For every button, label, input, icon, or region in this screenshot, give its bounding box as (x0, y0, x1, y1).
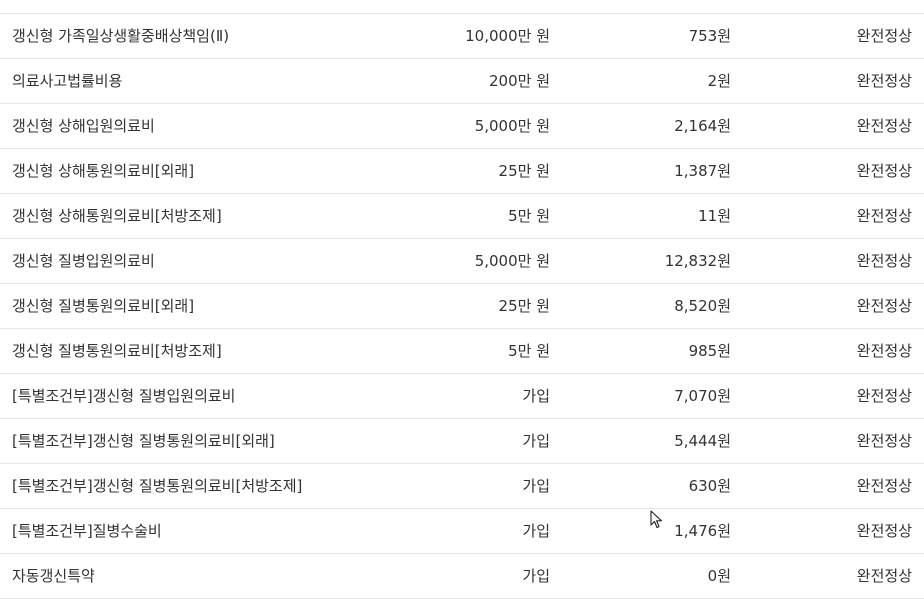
mouse-pointer-icon (650, 510, 663, 529)
table-row: 갱신형 가족일상생활중배상책임(Ⅱ) 10,000만 원 753원 완전정상 (0, 14, 924, 59)
coverage-status: 완전정상 (856, 72, 912, 90)
coverage-amount: 5,000만 원 (474, 252, 550, 270)
coverage-name: 갱신형 질병통원의료비[처방조제] (12, 342, 222, 360)
coverage-name: [특별조건부]갱신형 질병입원의료비 (12, 387, 236, 405)
table-row: [특별조건부]갱신형 질병통원의료비[처방조제] 가입 630원 완전정상 (0, 464, 924, 509)
coverage-amount: 가입 (522, 387, 550, 405)
coverage-amount: 5,000만 원 (474, 117, 550, 135)
coverage-name: 의료사고법률비용 (12, 72, 123, 90)
coverage-premium: 630원 (688, 477, 731, 495)
coverage-name: [특별조건부]질병수술비 (12, 522, 162, 540)
coverage-name: 갱신형 상해통원의료비[처방조제] (12, 207, 222, 225)
coverage-amount: 가입 (522, 477, 550, 495)
table-row: [특별조건부]갱신형 질병통원의료비[외래] 가입 5,444원 완전정상 (0, 419, 924, 464)
table-row (0, 0, 924, 14)
coverage-name: 자동갱신특약 (12, 567, 95, 585)
coverage-premium: 12,832원 (664, 252, 731, 270)
coverage-premium: 1,476원 (674, 522, 731, 540)
coverage-status: 완전정상 (856, 252, 912, 270)
coverage-status: 완전정상 (856, 162, 912, 180)
coverage-name: [특별조건부]갱신형 질병통원의료비[처방조제] (12, 477, 303, 495)
coverage-amount: 5만 원 (508, 342, 550, 360)
coverage-status: 완전정상 (856, 477, 912, 495)
table-row: 갱신형 질병통원의료비[처방조제] 5만 원 985원 완전정상 (0, 329, 924, 374)
table-row: 의료사고법률비용 200만 원 2원 완전정상 (0, 59, 924, 104)
coverage-status: 완전정상 (856, 117, 912, 135)
coverage-amount: 10,000만 원 (465, 27, 550, 45)
coverage-premium: 753원 (688, 27, 731, 45)
coverage-amount: 가입 (522, 522, 550, 540)
coverage-premium: 8,520원 (674, 297, 731, 315)
coverage-amount: 200만 원 (489, 72, 550, 90)
coverage-status: 완전정상 (856, 207, 912, 225)
coverage-premium: 11원 (698, 207, 731, 225)
coverage-table: 갱신형 가족일상생활중배상책임(Ⅱ) 10,000만 원 753원 완전정상 의… (0, 0, 924, 599)
coverage-name: 갱신형 가족일상생활중배상책임(Ⅱ) (12, 27, 230, 45)
coverage-premium: 1,387원 (674, 162, 731, 180)
table-row: 갱신형 상해통원의료비[외래] 25만 원 1,387원 완전정상 (0, 149, 924, 194)
coverage-premium: 7,070원 (674, 387, 731, 405)
coverage-name: 갱신형 상해통원의료비[외래] (12, 162, 195, 180)
coverage-premium: 985원 (688, 342, 731, 360)
coverage-amount: 25만 원 (498, 162, 550, 180)
coverage-premium: 5,444원 (674, 432, 731, 450)
coverage-amount: 가입 (522, 432, 550, 450)
table-row: 갱신형 질병통원의료비[외래] 25만 원 8,520원 완전정상 (0, 284, 924, 329)
coverage-status: 완전정상 (856, 432, 912, 450)
table-row: [특별조건부]질병수술비 가입 1,476원 완전정상 (0, 509, 924, 554)
coverage-status: 완전정상 (856, 522, 912, 540)
coverage-status: 완전정상 (856, 297, 912, 315)
coverage-amount: 가입 (522, 567, 550, 585)
coverage-name: 갱신형 상해입원의료비 (12, 117, 155, 135)
coverage-premium: 0원 (707, 567, 731, 585)
table-row: 갱신형 상해입원의료비 5,000만 원 2,164원 완전정상 (0, 104, 924, 149)
coverage-name: 갱신형 질병입원의료비 (12, 252, 155, 270)
table-row: 갱신형 질병입원의료비 5,000만 원 12,832원 완전정상 (0, 239, 924, 284)
coverage-premium: 2,164원 (674, 117, 731, 135)
coverage-status: 완전정상 (856, 387, 912, 405)
coverage-status: 완전정상 (856, 342, 912, 360)
coverage-status: 완전정상 (856, 567, 912, 585)
coverage-name: 갱신형 질병통원의료비[외래] (12, 297, 195, 315)
coverage-status: 완전정상 (856, 27, 912, 45)
table-row: 갱신형 상해통원의료비[처방조제] 5만 원 11원 완전정상 (0, 194, 924, 239)
table-row: [특별조건부]갱신형 질병입원의료비 가입 7,070원 완전정상 (0, 374, 924, 419)
coverage-premium: 2원 (707, 72, 731, 90)
coverage-amount: 5만 원 (508, 207, 550, 225)
coverage-amount: 25만 원 (498, 297, 550, 315)
coverage-name: [특별조건부]갱신형 질병통원의료비[외래] (12, 432, 275, 450)
